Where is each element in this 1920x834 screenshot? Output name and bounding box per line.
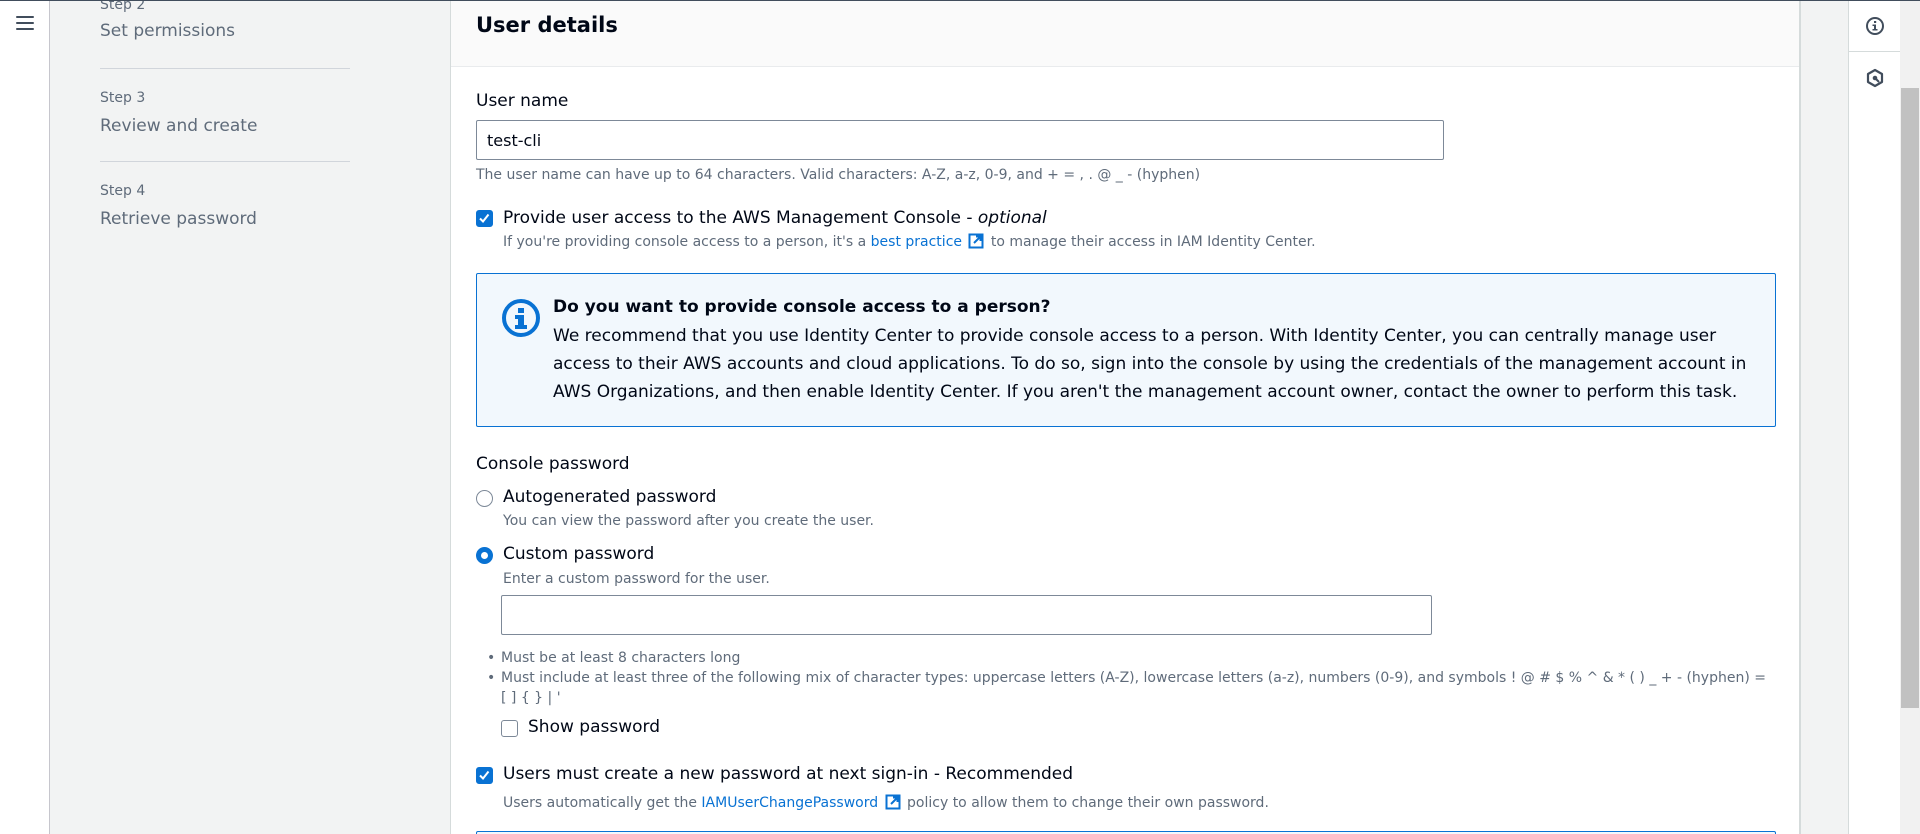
user-name-label: User name <box>476 91 569 111</box>
feedback-panel-button[interactable] <box>1849 52 1900 103</box>
tools-rail <box>1848 0 1900 834</box>
tools-gutter <box>1800 0 1848 834</box>
hint-suffix: to manage their access in IAM Identity C… <box>986 234 1316 250</box>
user-name-hint: The user name can have up to 64 characte… <box>476 167 1201 183</box>
external-link-icon[interactable] <box>885 794 901 810</box>
step-number: Step 4 <box>100 183 146 199</box>
checkmark-icon <box>479 770 490 781</box>
checkmark-icon <box>479 213 490 224</box>
scrollbar-thumb[interactable] <box>1901 88 1919 708</box>
info-icon <box>502 299 540 337</box>
show-password-label: Show password <box>528 717 660 737</box>
wizard-step-3[interactable]: Step 3 Review and create <box>100 89 400 137</box>
console-access-label-text: Provide user access to the AWS Managemen… <box>503 208 978 228</box>
iam-user-change-password-link[interactable]: IAMUserChangePassword <box>701 795 878 811</box>
info-panel-button[interactable] <box>1849 0 1900 51</box>
user-details-container: User details User name The user name can… <box>450 0 1800 834</box>
password-requirements: Must be at least 8 characters long Must … <box>487 648 1771 708</box>
autogenerated-password-radio[interactable] <box>476 490 493 507</box>
wizard-steps-sidebar: Step 2 Set permissions Step 3 Review and… <box>50 0 450 834</box>
password-rule: Must be at least 8 characters long <box>487 648 1771 668</box>
autogenerated-password-description: You can view the password after you crea… <box>503 513 874 529</box>
top-border <box>0 0 1920 1</box>
console-access-hint: If you're providing console access to a … <box>503 233 1316 251</box>
external-link-icon[interactable] <box>968 233 984 249</box>
step-number: Step 2 <box>100 0 146 13</box>
user-name-input[interactable] <box>476 120 1444 160</box>
wizard-step-2[interactable]: Step 2 Set permissions <box>100 0 400 42</box>
info-icon <box>1865 16 1884 35</box>
step-title: Set permissions <box>100 21 236 41</box>
alert-title: Do you want to provide console access to… <box>553 297 1051 317</box>
console-password-label: Console password <box>476 454 630 474</box>
step-divider <box>100 68 350 69</box>
alert-body: We recommend that you use Identity Cente… <box>553 326 1747 402</box>
show-password-checkbox[interactable] <box>501 720 518 737</box>
autogenerated-password-label: Autogenerated password <box>503 487 717 507</box>
wizard-step-4[interactable]: Step 4 Retrieve password <box>100 182 400 230</box>
reset-password-label: Users must create a new password at next… <box>503 764 1074 784</box>
custom-password-radio[interactable] <box>476 547 493 564</box>
best-practice-link[interactable]: best practice <box>871 234 962 250</box>
step-title: Review and create <box>100 116 258 136</box>
step-divider <box>100 161 350 162</box>
hint-suffix: policy to allow them to change their own… <box>902 795 1269 811</box>
step-number: Step 3 <box>100 90 146 106</box>
feedback-hexagon-icon <box>1866 68 1883 87</box>
console-access-label: Provide user access to the AWS Managemen… <box>503 207 1047 229</box>
step-title: Retrieve password <box>100 209 257 229</box>
console-access-checkbox[interactable] <box>476 210 493 227</box>
container-header: User details <box>451 0 1799 67</box>
section-title: User details <box>476 13 618 37</box>
hamburger-menu-icon[interactable] <box>16 16 34 32</box>
hint-prefix: If you're providing console access to a … <box>503 234 871 250</box>
identity-center-alert: Do you want to provide console access to… <box>476 273 1776 427</box>
hint-prefix: Users automatically get the <box>503 795 702 811</box>
custom-password-description: Enter a custom password for the user. <box>503 571 770 587</box>
custom-password-input[interactable] <box>501 595 1432 635</box>
reset-password-hint: Users automatically get the IAMUserChang… <box>503 794 1269 812</box>
optional-tag: optional <box>977 208 1047 228</box>
navigation-rail <box>0 0 50 834</box>
password-rule: Must include at least three of the follo… <box>487 668 1771 708</box>
custom-password-label: Custom password <box>503 544 655 564</box>
reset-password-checkbox[interactable] <box>476 767 493 784</box>
